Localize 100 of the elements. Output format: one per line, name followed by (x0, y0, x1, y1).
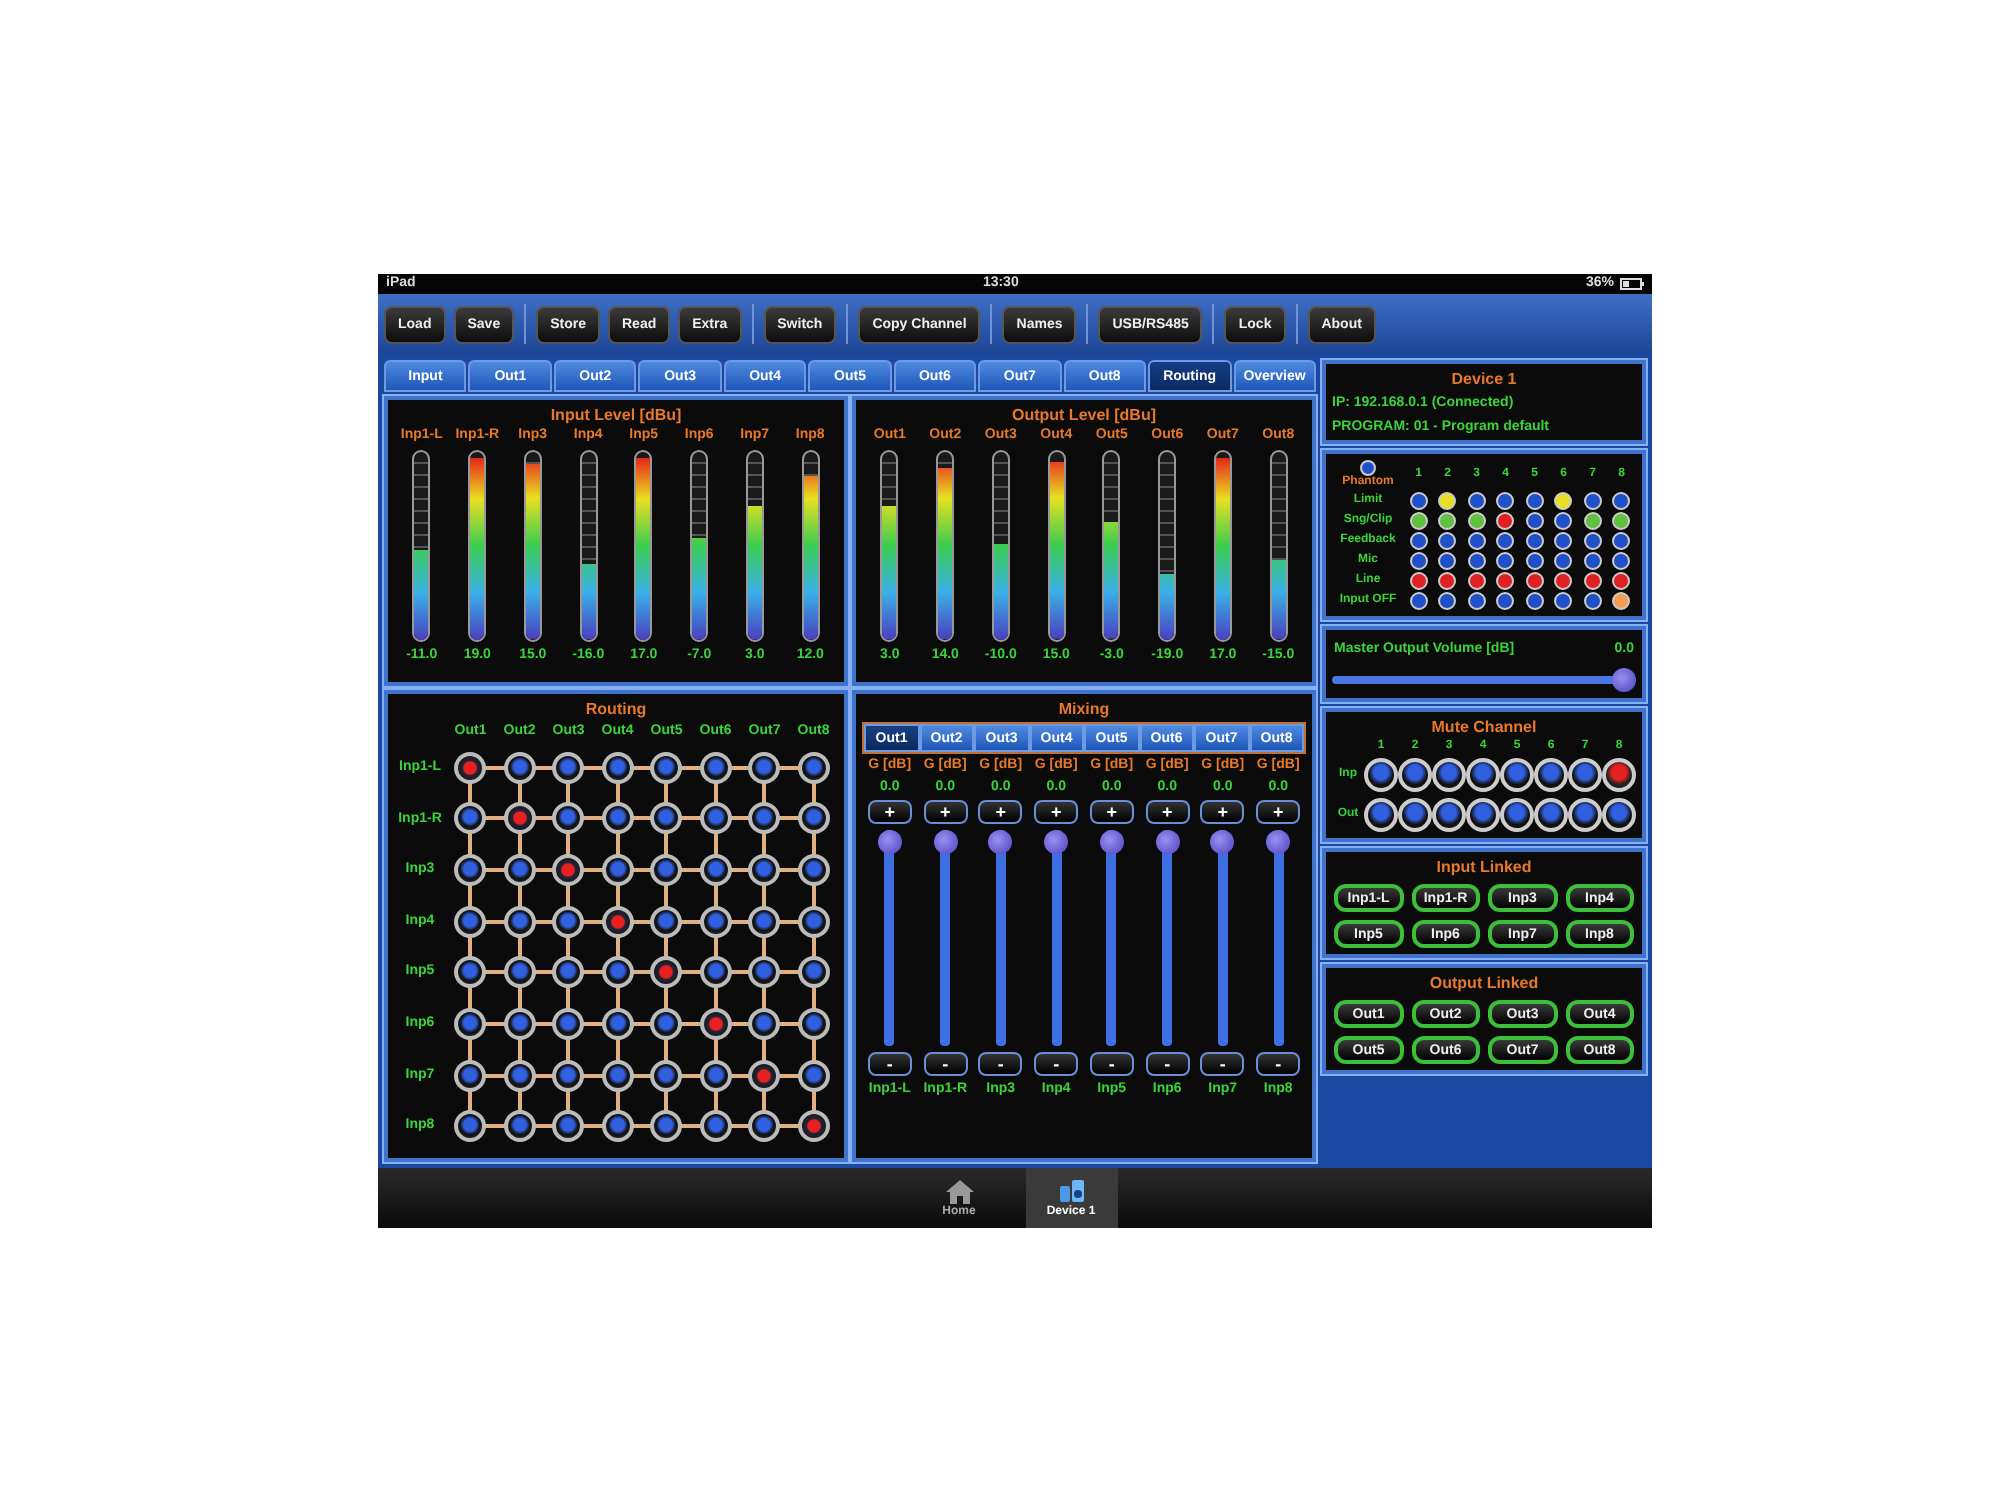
routing-node[interactable] (552, 802, 585, 835)
volume-slider[interactable] (1332, 667, 1636, 692)
routing-node[interactable] (650, 802, 683, 835)
gain-slider[interactable] (877, 830, 902, 1047)
routing-node[interactable] (454, 1007, 487, 1040)
mute-button[interactable] (1568, 798, 1602, 833)
routing-node[interactable] (552, 956, 585, 989)
mute-button[interactable] (1534, 758, 1568, 793)
routing-node[interactable] (748, 802, 781, 835)
minus-button[interactable]: - (978, 1052, 1023, 1077)
slider-thumb[interactable] (1612, 667, 1636, 692)
routing-node[interactable] (454, 1059, 487, 1092)
plus-button[interactable]: + (867, 800, 912, 825)
routing-node[interactable] (748, 751, 781, 784)
slider-thumb[interactable] (877, 830, 902, 855)
routing-node[interactable] (503, 1059, 536, 1092)
routing-node[interactable] (454, 1110, 487, 1143)
gain-slider[interactable] (1099, 830, 1124, 1047)
mute-button[interactable] (1398, 798, 1432, 833)
routing-node[interactable] (650, 905, 683, 938)
slider-thumb[interactable] (1044, 830, 1069, 855)
plus-button[interactable]: + (978, 800, 1023, 825)
gain-slider[interactable] (933, 830, 958, 1047)
routing-node[interactable] (797, 1007, 830, 1040)
slider-thumb[interactable] (1266, 830, 1291, 855)
routing-node[interactable] (699, 905, 732, 938)
routing-node[interactable] (699, 751, 732, 784)
routing-node[interactable] (552, 905, 585, 938)
routing-node[interactable] (503, 956, 536, 989)
routing-node[interactable] (797, 905, 830, 938)
mute-button[interactable] (1568, 758, 1602, 793)
routing-node[interactable] (699, 802, 732, 835)
slider-thumb[interactable] (1099, 830, 1124, 855)
routing-node[interactable] (503, 854, 536, 887)
routing-node[interactable] (650, 1007, 683, 1040)
routing-node[interactable] (601, 802, 634, 835)
mute-button[interactable] (1500, 798, 1534, 833)
routing-node[interactable] (748, 1007, 781, 1040)
routing-node[interactable] (601, 854, 634, 887)
routing-node[interactable] (748, 905, 781, 938)
minus-button[interactable]: - (867, 1052, 912, 1077)
routing-node[interactable] (601, 905, 634, 938)
plus-button[interactable]: + (1034, 800, 1079, 825)
mute-button[interactable] (1602, 758, 1636, 793)
gain-slider[interactable] (1210, 830, 1235, 1047)
routing-node[interactable] (552, 751, 585, 784)
plus-button[interactable]: + (923, 800, 968, 825)
routing-node[interactable] (699, 854, 732, 887)
gain-slider[interactable] (1155, 830, 1180, 1047)
routing-node[interactable] (552, 1059, 585, 1092)
mute-button[interactable] (1466, 798, 1500, 833)
routing-node[interactable] (454, 905, 487, 938)
routing-node[interactable] (454, 751, 487, 784)
gain-slider[interactable] (1266, 830, 1291, 1047)
routing-node[interactable] (650, 751, 683, 784)
mute-button[interactable] (1432, 758, 1466, 793)
routing-node[interactable] (797, 1110, 830, 1143)
minus-button[interactable]: - (1145, 1052, 1190, 1077)
routing-node[interactable] (650, 854, 683, 887)
routing-node[interactable] (797, 956, 830, 989)
routing-node[interactable] (797, 1059, 830, 1092)
plus-button[interactable]: + (1256, 800, 1301, 825)
routing-node[interactable] (503, 802, 536, 835)
routing-node[interactable] (699, 1110, 732, 1143)
minus-button[interactable]: - (1200, 1052, 1245, 1077)
routing-node[interactable] (699, 956, 732, 989)
routing-node[interactable] (454, 802, 487, 835)
routing-node[interactable] (503, 751, 536, 784)
routing-node[interactable] (748, 1110, 781, 1143)
routing-node[interactable] (552, 1110, 585, 1143)
routing-node[interactable] (503, 1007, 536, 1040)
mute-button[interactable] (1398, 758, 1432, 793)
phantom-button[interactable] (1359, 460, 1376, 477)
routing-node[interactable] (650, 1059, 683, 1092)
routing-node[interactable] (797, 802, 830, 835)
routing-node[interactable] (454, 956, 487, 989)
routing-node[interactable] (503, 1110, 536, 1143)
minus-button[interactable]: - (923, 1052, 968, 1077)
routing-node[interactable] (797, 854, 830, 887)
routing-node[interactable] (748, 1059, 781, 1092)
routing-node[interactable] (748, 854, 781, 887)
plus-button[interactable]: + (1145, 800, 1190, 825)
mute-button[interactable] (1534, 798, 1568, 833)
gain-slider[interactable] (1044, 830, 1069, 1047)
routing-node[interactable] (601, 956, 634, 989)
slider-thumb[interactable] (1210, 830, 1235, 855)
mute-button[interactable] (1364, 798, 1398, 833)
minus-button[interactable]: - (1089, 1052, 1134, 1077)
slider-thumb[interactable] (988, 830, 1013, 855)
mute-button[interactable] (1432, 798, 1466, 833)
routing-node[interactable] (552, 1007, 585, 1040)
routing-node[interactable] (454, 854, 487, 887)
routing-node[interactable] (650, 1110, 683, 1143)
routing-node[interactable] (552, 854, 585, 887)
mute-button[interactable] (1364, 758, 1398, 793)
routing-node[interactable] (797, 751, 830, 784)
slider-thumb[interactable] (1155, 830, 1180, 855)
routing-node[interactable] (650, 956, 683, 989)
plus-button[interactable]: + (1089, 800, 1134, 825)
slider-thumb[interactable] (933, 830, 958, 855)
